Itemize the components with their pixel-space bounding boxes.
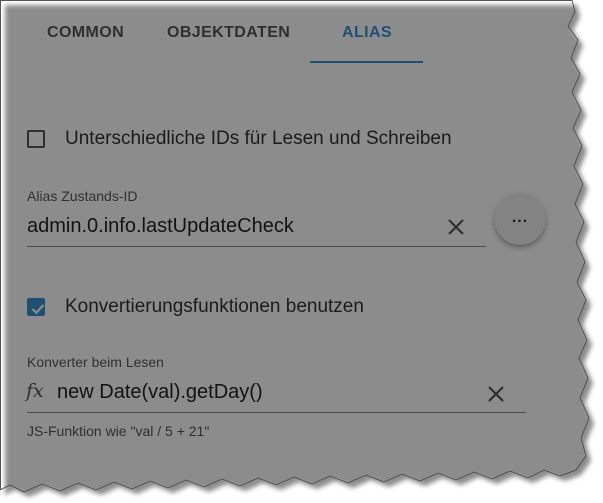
torn-edge-frame [0, 0, 594, 497]
